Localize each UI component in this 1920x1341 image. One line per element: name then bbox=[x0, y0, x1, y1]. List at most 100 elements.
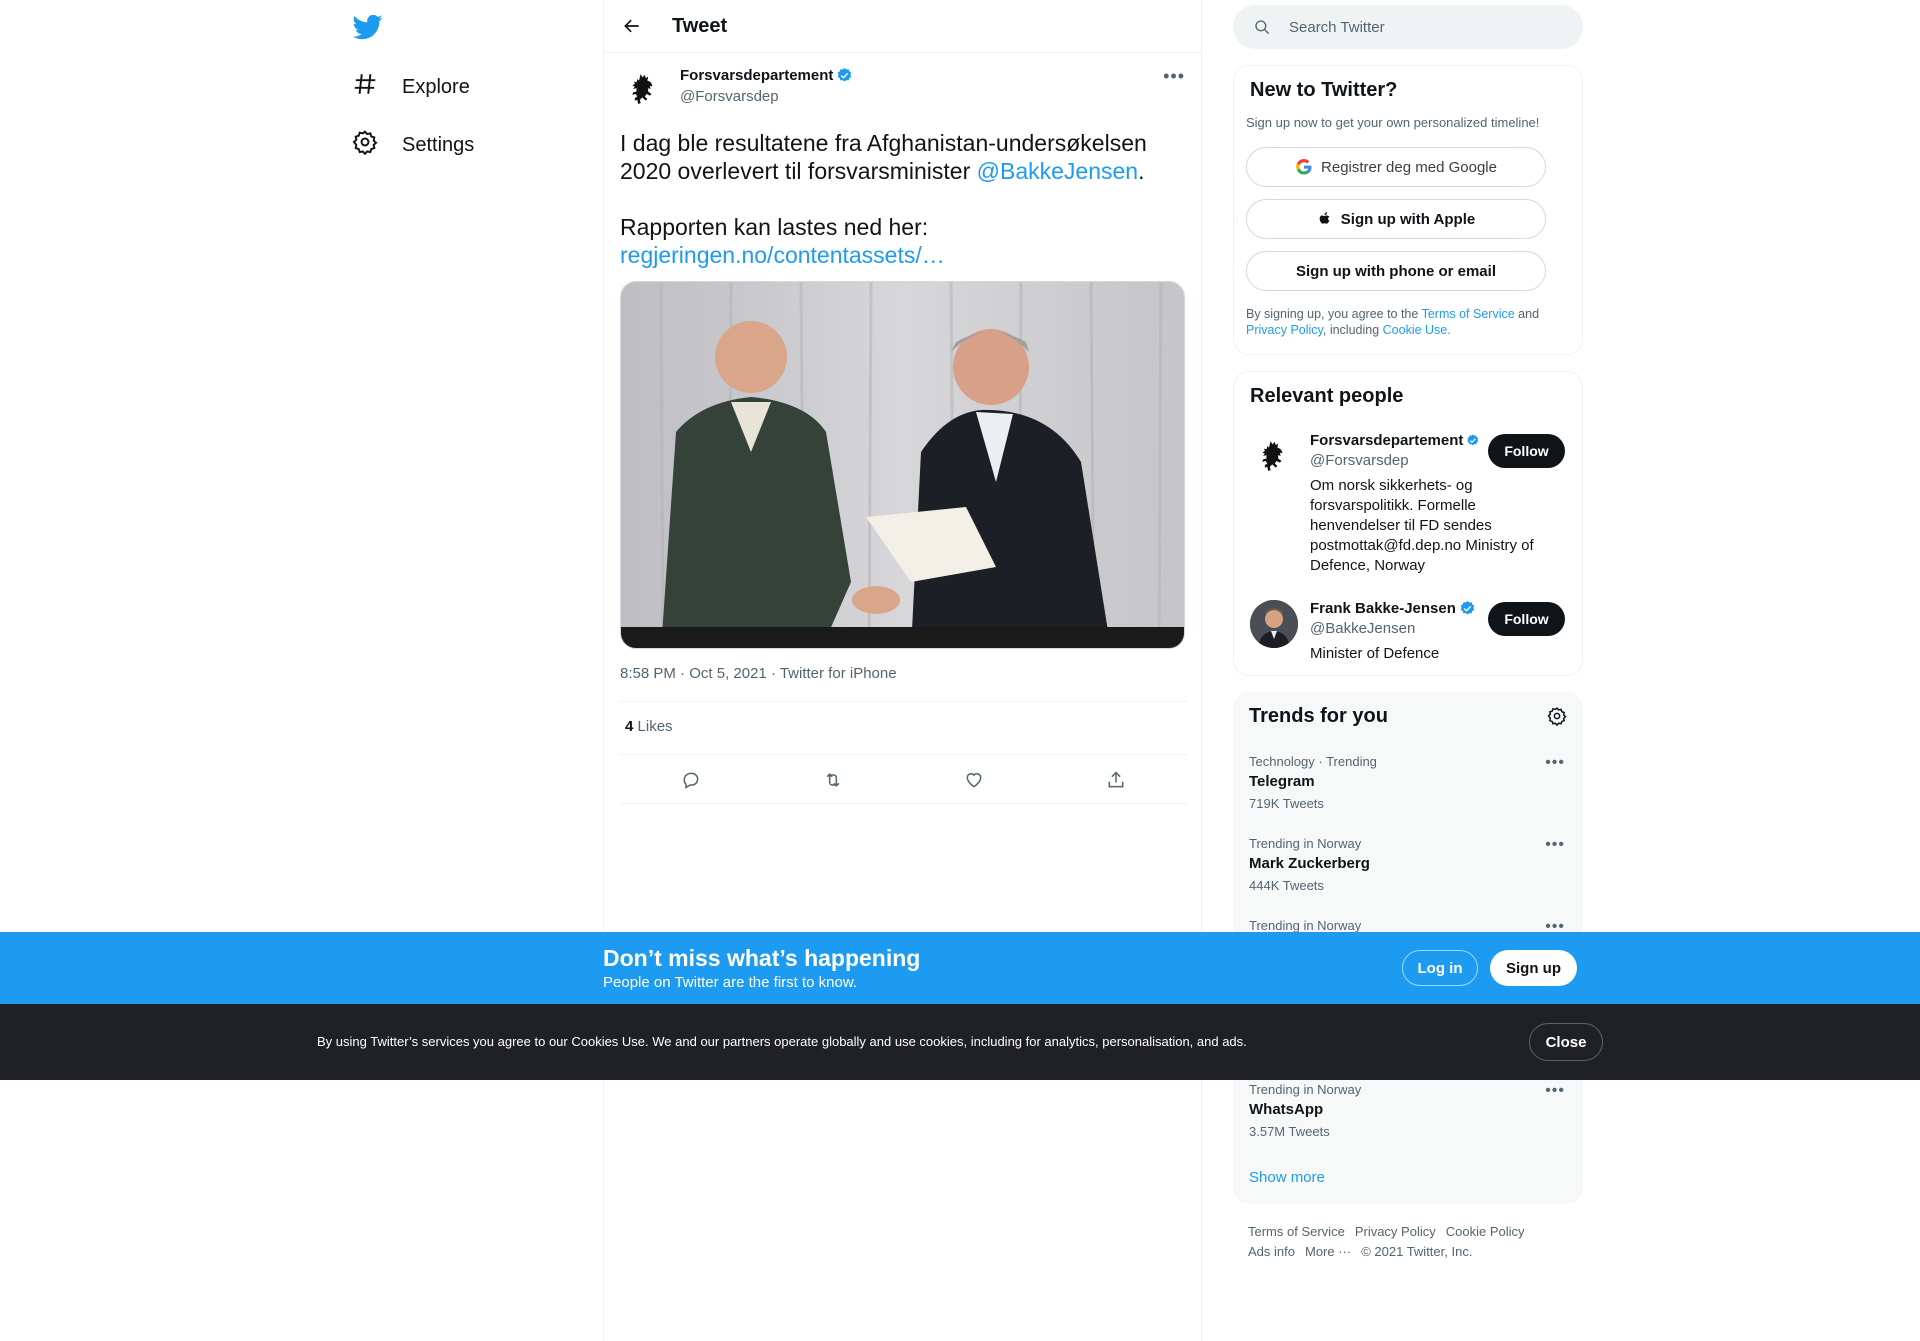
trend-count: 3.57M Tweets bbox=[1249, 1124, 1330, 1139]
hashtag-icon bbox=[352, 71, 378, 103]
lion-emblem-icon bbox=[1262, 441, 1283, 471]
trend-context: Trending in Norway bbox=[1249, 1082, 1362, 1097]
author-avatar[interactable] bbox=[620, 65, 668, 113]
nav-explore-label: Explore bbox=[402, 75, 470, 98]
signup-prompt-subtitle: People on Twitter are the first to know. bbox=[603, 974, 858, 991]
follow-button[interactable]: Follow bbox=[1488, 602, 1565, 636]
divider bbox=[620, 701, 1187, 702]
person-photo-icon bbox=[1250, 600, 1298, 648]
tweet-date[interactable]: Oct 5, 2021 bbox=[689, 665, 767, 682]
trend-context: Technology · Trending bbox=[1249, 754, 1377, 769]
back-button[interactable] bbox=[614, 8, 650, 44]
trend-count: 444K Tweets bbox=[1249, 878, 1324, 893]
reply-icon[interactable] bbox=[673, 762, 709, 798]
privacy-policy-link[interactable]: Privacy Policy bbox=[1246, 323, 1323, 337]
avatar[interactable] bbox=[1250, 600, 1298, 648]
terms-of-service-link[interactable]: Terms of Service bbox=[1422, 307, 1515, 321]
divider bbox=[620, 803, 1187, 804]
person-name-text: Frank Bakke-Jensen bbox=[1310, 600, 1456, 617]
search-box[interactable] bbox=[1233, 5, 1583, 49]
phone-email-signup-button[interactable]: Sign up with phone or email bbox=[1246, 251, 1546, 291]
gear-icon[interactable] bbox=[1547, 706, 1567, 726]
legal-text: By signing up, you agree to the bbox=[1246, 307, 1422, 321]
apple-signup-button[interactable]: Sign up with Apple bbox=[1246, 199, 1546, 239]
tweet-column: Tweet Forsvarsdepartement @Forsvarsdep •… bbox=[603, 0, 1202, 1341]
trend-item[interactable]: Trending in Norway Mark Zuckerberg 444K … bbox=[1249, 836, 1569, 893]
author-name-text: Forsvarsdepartement bbox=[680, 67, 834, 84]
trend-item[interactable]: Trending in Norway WhatsApp 3.57M Tweets… bbox=[1249, 1082, 1569, 1139]
close-cookie-button[interactable]: Close bbox=[1529, 1023, 1603, 1061]
author-handle[interactable]: @Forsvarsdep bbox=[680, 88, 779, 105]
footer-privacy-link[interactable]: Privacy Policy bbox=[1355, 1224, 1436, 1239]
follow-button[interactable]: Follow bbox=[1488, 434, 1565, 468]
tweet-header: Tweet bbox=[604, 0, 1201, 53]
person-name[interactable]: Forsvarsdepartement bbox=[1310, 432, 1480, 449]
mention-link[interactable]: @BakkeJensen bbox=[977, 158, 1138, 184]
trend-count: 719K Tweets bbox=[1249, 796, 1324, 811]
search-icon bbox=[1255, 20, 1270, 35]
signup-button[interactable]: Sign up bbox=[1490, 950, 1577, 986]
person-handle[interactable]: @Forsvarsdep bbox=[1310, 452, 1409, 469]
likes-count[interactable]: 4 Likes bbox=[625, 718, 673, 735]
footer-cookie-link[interactable]: Cookie Policy bbox=[1446, 1224, 1525, 1239]
gear-icon bbox=[352, 129, 378, 161]
legal-text: , including bbox=[1322, 323, 1383, 337]
trend-item[interactable]: Trending in Norway ••• bbox=[1249, 918, 1569, 935]
more-options-icon[interactable]: ••• bbox=[1545, 836, 1565, 854]
show-more-link[interactable]: Show more bbox=[1249, 1169, 1325, 1186]
nav-explore[interactable]: Explore bbox=[352, 62, 470, 112]
author-name[interactable]: Forsvarsdepartement bbox=[680, 67, 853, 84]
more-options-icon[interactable]: ••• bbox=[1545, 754, 1565, 772]
nav-settings[interactable]: Settings bbox=[352, 120, 474, 170]
tweet-text-part: Rapporten kan lastes ned her: bbox=[620, 214, 929, 240]
trend-context: Trending in Norway bbox=[1249, 918, 1362, 933]
tweet-actions bbox=[620, 760, 1187, 800]
login-button[interactable]: Log in bbox=[1402, 950, 1478, 986]
search-input[interactable] bbox=[1289, 18, 1549, 36]
likes-label: Likes bbox=[637, 718, 673, 735]
verified-badge-icon bbox=[838, 68, 852, 82]
person-name[interactable]: Frank Bakke-Jensen bbox=[1310, 600, 1476, 617]
relevant-people-card: Relevant people Forsvarsdepartement @For… bbox=[1233, 371, 1583, 676]
trend-name: WhatsApp bbox=[1249, 1101, 1324, 1118]
footer-terms-link[interactable]: Terms of Service bbox=[1248, 1224, 1345, 1239]
signup-prompt-bar: Don’t miss what’s happening People on Tw… bbox=[0, 932, 1920, 1004]
trend-name: Telegram bbox=[1249, 773, 1315, 790]
trends-title: Trends for you bbox=[1249, 705, 1388, 727]
more-options-icon[interactable]: ••• bbox=[1545, 1082, 1565, 1100]
person-bio: Om norsk sikkerhets- og forsvarspolitikk… bbox=[1310, 477, 1534, 574]
cookie-consent-bar: By using Twitter’s services you agree to… bbox=[0, 1004, 1920, 1080]
tweet-timestamp: 8:58 PM · Oct 5, 2021 · Twitter for iPho… bbox=[620, 665, 897, 682]
heart-icon[interactable] bbox=[956, 762, 992, 798]
page-title: Tweet bbox=[672, 14, 728, 37]
avatar[interactable] bbox=[1250, 432, 1298, 480]
person-name-text: Forsvarsdepartement bbox=[1310, 432, 1464, 449]
footer-ads-link[interactable]: Ads info bbox=[1248, 1244, 1295, 1259]
person-bio: Minister of Defence bbox=[1310, 645, 1440, 662]
more-options-icon[interactable]: ••• bbox=[1163, 67, 1185, 85]
trend-item[interactable]: Technology · Trending Telegram 719K Twee… bbox=[1249, 754, 1569, 811]
relevant-people-title: Relevant people bbox=[1250, 385, 1404, 407]
signup-legal-text: By signing up, you agree to the Terms of… bbox=[1246, 306, 1566, 338]
twitter-logo-icon[interactable] bbox=[352, 12, 383, 42]
new-to-twitter-title: New to Twitter? bbox=[1250, 79, 1398, 101]
retweet-icon[interactable] bbox=[815, 762, 851, 798]
legal-text: and bbox=[1514, 307, 1540, 321]
new-to-twitter-subtitle: Sign up now to get your own personalized… bbox=[1246, 115, 1540, 130]
phone-email-signup-label: Sign up with phone or email bbox=[1295, 262, 1496, 280]
new-to-twitter-card: New to Twitter? Sign up now to get your … bbox=[1233, 65, 1583, 355]
tweet-source[interactable]: Twitter for iPhone bbox=[780, 665, 897, 682]
tweet-photo[interactable] bbox=[620, 281, 1185, 649]
share-icon[interactable] bbox=[1098, 762, 1134, 798]
person-handle[interactable]: @BakkeJensen bbox=[1310, 620, 1415, 637]
apple-signup-label: Sign up with Apple bbox=[1340, 210, 1476, 228]
copyright-text: © 2021 Twitter, Inc. bbox=[1361, 1244, 1473, 1259]
google-signup-button[interactable]: Registrer deg med Google bbox=[1246, 147, 1546, 187]
footer-more-link[interactable]: More ··· bbox=[1305, 1244, 1351, 1259]
tweet-time[interactable]: 8:58 PM bbox=[620, 665, 676, 682]
arrow-left-icon bbox=[624, 19, 639, 33]
cookie-consent-text: By using Twitter’s services you agree to… bbox=[317, 1034, 1247, 1049]
tweet-url-link[interactable]: regjeringen.no/contentassets/… bbox=[620, 242, 945, 268]
trend-name: Mark Zuckerberg bbox=[1249, 855, 1370, 872]
cookie-use-link[interactable]: Cookie Use. bbox=[1383, 323, 1451, 337]
